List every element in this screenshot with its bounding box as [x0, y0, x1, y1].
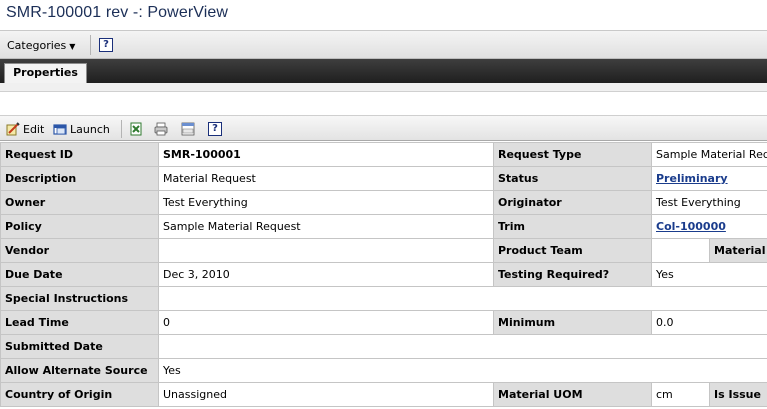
- menu-bar: Categories ▼ ?: [0, 30, 767, 59]
- edit-icon: [6, 122, 20, 136]
- minimum-label: Minimum: [493, 310, 652, 335]
- url-button[interactable]: [181, 122, 195, 136]
- table-row: Request ID SMR-100001 Request Type Sampl…: [0, 142, 767, 167]
- lead-time-label: Lead Time: [0, 310, 159, 335]
- table-row: Lead Time 0 Minimum 0.0: [0, 310, 767, 335]
- product-team-extra-label: Material: [708, 238, 767, 263]
- country-of-origin-value: Unassigned: [158, 382, 494, 407]
- title-bar: SMR-100001 rev -: PowerView: [0, 0, 767, 30]
- originator-label: Originator: [493, 190, 652, 215]
- testing-required-value: Yes: [650, 262, 767, 287]
- menu-separator: [90, 35, 91, 55]
- caret-down-icon: ▼: [69, 42, 76, 51]
- table-row: Policy Sample Material Request Trim Col-…: [0, 214, 767, 239]
- table-row: Special Instructions: [0, 286, 767, 311]
- status-label: Status: [493, 166, 652, 191]
- tab-bar: Properties: [0, 59, 767, 83]
- table-row: Due Date Dec 3, 2010 Testing Required? Y…: [0, 262, 767, 287]
- table-row: Submitted Date: [0, 334, 767, 359]
- edit-button[interactable]: Edit: [6, 122, 44, 136]
- due-date-value: Dec 3, 2010: [158, 262, 494, 287]
- table-row: Description Material Request Status Prel…: [0, 166, 767, 191]
- vendor-value: [158, 238, 494, 263]
- special-instructions-label: Special Instructions: [0, 286, 159, 311]
- policy-label: Policy: [0, 214, 159, 239]
- originator-value: Test Everything: [650, 190, 767, 215]
- trim-cell: Col-100000: [650, 214, 767, 239]
- trim-link[interactable]: Col-100000: [656, 220, 726, 233]
- description-value: Material Request: [158, 166, 494, 191]
- print-button[interactable]: [154, 122, 168, 136]
- edit-label: Edit: [23, 122, 45, 136]
- request-id-value: SMR-100001: [158, 142, 494, 167]
- launch-button[interactable]: Launch: [53, 122, 110, 136]
- tab-properties[interactable]: Properties: [4, 63, 87, 83]
- properties-table: Request ID SMR-100001 Request Type Sampl…: [0, 142, 767, 407]
- help-icon[interactable]: ?: [99, 38, 113, 52]
- url-icon: [181, 122, 195, 136]
- table-row: Country of Origin Unassigned Material UO…: [0, 382, 767, 407]
- categories-label: Categories: [7, 39, 67, 52]
- lead-time-value: 0: [158, 310, 494, 335]
- testing-required-label: Testing Required?: [493, 262, 652, 287]
- owner-value: Test Everything: [158, 190, 494, 215]
- properties-toolbar: Edit Launch ?: [0, 115, 767, 141]
- due-date-label: Due Date: [0, 262, 159, 287]
- vendor-label: Vendor: [0, 238, 159, 263]
- sub-header-strip: [0, 83, 767, 92]
- is-issue-label: Is Issue: [708, 382, 767, 407]
- request-type-value: Sample Material Request: [650, 142, 767, 167]
- allow-alternate-source-value: Yes: [157, 358, 767, 383]
- launch-label: Launch: [70, 122, 110, 136]
- toolbar-help-button[interactable]: ?: [208, 122, 222, 136]
- status-link[interactable]: Preliminary: [656, 172, 728, 185]
- table-row: Owner Test Everything Originator Test Ev…: [0, 190, 767, 215]
- product-team-label: Product Team: [493, 238, 652, 263]
- material-uom-value: cm: [651, 382, 710, 407]
- help-icon: ?: [208, 122, 222, 136]
- categories-menu[interactable]: Categories ▼: [7, 39, 75, 52]
- allow-alternate-source-label: Allow Alternate Source: [0, 358, 159, 383]
- request-id-label: Request ID: [0, 142, 159, 167]
- launch-icon: [53, 124, 67, 135]
- country-of-origin-label: Country of Origin: [0, 382, 159, 407]
- export-excel-icon: [130, 122, 142, 136]
- status-cell: Preliminary: [650, 166, 767, 191]
- submitted-date-value: [157, 334, 767, 359]
- print-icon: [154, 122, 168, 136]
- owner-label: Owner: [0, 190, 159, 215]
- minimum-value: 0.0: [650, 310, 767, 335]
- material-uom-label: Material UOM: [493, 382, 652, 407]
- request-type-label: Request Type: [493, 142, 652, 167]
- table-row: Vendor Product Team Material: [0, 238, 767, 263]
- description-label: Description: [0, 166, 159, 191]
- export-excel-button[interactable]: [129, 122, 143, 136]
- submitted-date-label: Submitted Date: [0, 334, 159, 359]
- table-row: Allow Alternate Source Yes: [0, 358, 767, 383]
- special-instructions-value: [157, 286, 767, 311]
- window-title: SMR-100001 rev -: PowerView: [6, 4, 229, 21]
- product-team-value: [651, 238, 710, 263]
- toolbar-separator: [121, 120, 122, 138]
- policy-value: Sample Material Request: [158, 214, 494, 239]
- trim-label: Trim: [493, 214, 652, 239]
